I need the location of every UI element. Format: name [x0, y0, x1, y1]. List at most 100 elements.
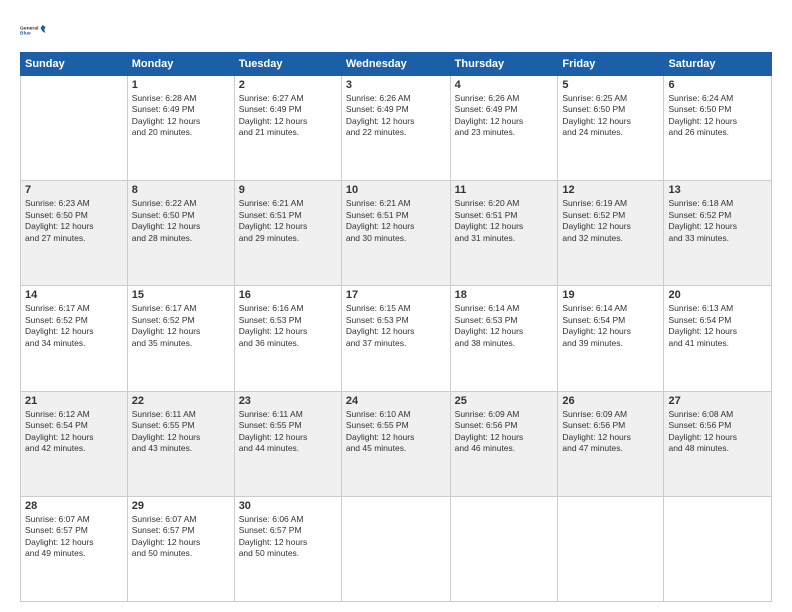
calendar-cell: 10 Sunrise: 6:21 AMSunset: 6:51 PMDayligh… [341, 181, 450, 286]
day-number: 18 [455, 289, 554, 301]
day-info: Sunrise: 6:07 AMSunset: 6:57 PMDaylight:… [132, 514, 230, 560]
calendar-cell [558, 496, 664, 601]
day-number: 1 [132, 79, 230, 91]
day-info: Sunrise: 6:10 AMSunset: 6:55 PMDaylight:… [346, 409, 446, 455]
calendar-cell: 18 Sunrise: 6:14 AMSunset: 6:53 PMDayligh… [450, 286, 558, 391]
day-number: 21 [25, 395, 123, 407]
day-number: 14 [25, 289, 123, 301]
calendar-cell: 5 Sunrise: 6:25 AMSunset: 6:50 PMDaylight… [558, 76, 664, 181]
day-info: Sunrise: 6:26 AMSunset: 6:49 PMDaylight:… [455, 93, 554, 139]
day-info: Sunrise: 6:18 AMSunset: 6:52 PMDaylight:… [668, 198, 767, 244]
day-number: 12 [562, 184, 659, 196]
day-number: 2 [239, 79, 337, 91]
day-number: 24 [346, 395, 446, 407]
day-info: Sunrise: 6:12 AMSunset: 6:54 PMDaylight:… [25, 409, 123, 455]
day-number: 30 [239, 500, 337, 512]
calendar-page: GeneralBlue SundayMondayTuesdayWednesday… [0, 0, 792, 612]
svg-text:Blue: Blue [20, 31, 31, 37]
day-number: 7 [25, 184, 123, 196]
day-info: Sunrise: 6:17 AMSunset: 6:52 PMDaylight:… [25, 303, 123, 349]
day-info: Sunrise: 6:16 AMSunset: 6:53 PMDaylight:… [239, 303, 337, 349]
day-number: 15 [132, 289, 230, 301]
day-number: 22 [132, 395, 230, 407]
day-info: Sunrise: 6:21 AMSunset: 6:51 PMDaylight:… [239, 198, 337, 244]
logo-icon: GeneralBlue [20, 16, 48, 44]
day-number: 27 [668, 395, 767, 407]
day-info: Sunrise: 6:27 AMSunset: 6:49 PMDaylight:… [239, 93, 337, 139]
weekday-header-wednesday: Wednesday [341, 53, 450, 76]
day-number: 9 [239, 184, 337, 196]
weekday-header-monday: Monday [127, 53, 234, 76]
day-info: Sunrise: 6:11 AMSunset: 6:55 PMDaylight:… [132, 409, 230, 455]
day-number: 20 [668, 289, 767, 301]
calendar-cell: 30Sunrise: 6:06 AMSunset: 6:57 PMDayligh… [234, 496, 341, 601]
day-info: Sunrise: 6:22 AMSunset: 6:50 PMDaylight:… [132, 198, 230, 244]
calendar-cell: 11Sunrise: 6:20 AMSunset: 6:51 PMDayligh… [450, 181, 558, 286]
svg-text:General: General [20, 25, 39, 31]
weekday-header-tuesday: Tuesday [234, 53, 341, 76]
day-info: Sunrise: 6:15 AMSunset: 6:53 PMDaylight:… [346, 303, 446, 349]
calendar-cell: 7 Sunrise: 6:23 AMSunset: 6:50 PMDaylight… [21, 181, 128, 286]
calendar-cell: 1 Sunrise: 6:28 AMSunset: 6:49 PMDaylight… [127, 76, 234, 181]
day-number: 3 [346, 79, 446, 91]
weekday-header-friday: Friday [558, 53, 664, 76]
day-info: Sunrise: 6:07 AMSunset: 6:57 PMDaylight:… [25, 514, 123, 560]
calendar-cell: 25 Sunrise: 6:09 AMSunset: 6:56 PMDayligh… [450, 391, 558, 496]
weekday-header-saturday: Saturday [664, 53, 772, 76]
day-info: Sunrise: 6:09 AMSunset: 6:56 PMDaylight:… [455, 409, 554, 455]
calendar-cell: 8 Sunrise: 6:22 AMSunset: 6:50 PMDaylight… [127, 181, 234, 286]
day-info: Sunrise: 6:17 AMSunset: 6:52 PMDaylight:… [132, 303, 230, 349]
calendar-cell: 26 Sunrise: 6:09 AMSunset: 6:56 PMDayligh… [558, 391, 664, 496]
week-row-3: 14 Sunrise: 6:17 AMSunset: 6:52 PMDayligh… [21, 286, 772, 391]
logo: GeneralBlue [20, 16, 48, 44]
calendar-cell: 9 Sunrise: 6:21 AMSunset: 6:51 PMDaylight… [234, 181, 341, 286]
day-number: 23 [239, 395, 337, 407]
week-row-4: 21 Sunrise: 6:12 AMSunset: 6:54 PMDayligh… [21, 391, 772, 496]
day-info: Sunrise: 6:24 AMSunset: 6:50 PMDaylight:… [668, 93, 767, 139]
day-number: 25 [455, 395, 554, 407]
weekday-header-thursday: Thursday [450, 53, 558, 76]
day-number: 6 [668, 79, 767, 91]
day-number: 8 [132, 184, 230, 196]
day-number: 17 [346, 289, 446, 301]
day-info: Sunrise: 6:11 AMSunset: 6:55 PMDaylight:… [239, 409, 337, 455]
day-number: 4 [455, 79, 554, 91]
day-number: 5 [562, 79, 659, 91]
calendar-cell: 28 Sunrise: 6:07 AMSunset: 6:57 PMDayligh… [21, 496, 128, 601]
calendar-cell [21, 76, 128, 181]
weekday-header-sunday: Sunday [21, 53, 128, 76]
calendar-cell: 27 Sunrise: 6:08 AMSunset: 6:56 PMDayligh… [664, 391, 772, 496]
day-info: Sunrise: 6:19 AMSunset: 6:52 PMDaylight:… [562, 198, 659, 244]
calendar-cell [341, 496, 450, 601]
calendar-cell: 20Sunrise: 6:13 AMSunset: 6:54 PMDayligh… [664, 286, 772, 391]
calendar-table: SundayMondayTuesdayWednesdayThursdayFrid… [20, 52, 772, 602]
day-number: 10 [346, 184, 446, 196]
day-info: Sunrise: 6:23 AMSunset: 6:50 PMDaylight:… [25, 198, 123, 244]
calendar-cell: 29Sunrise: 6:07 AMSunset: 6:57 PMDayligh… [127, 496, 234, 601]
weekday-header-row: SundayMondayTuesdayWednesdayThursdayFrid… [21, 53, 772, 76]
day-number: 28 [25, 500, 123, 512]
day-number: 19 [562, 289, 659, 301]
day-info: Sunrise: 6:08 AMSunset: 6:56 PMDaylight:… [668, 409, 767, 455]
calendar-cell: 6 Sunrise: 6:24 AMSunset: 6:50 PMDaylight… [664, 76, 772, 181]
calendar-cell [450, 496, 558, 601]
day-info: Sunrise: 6:14 AMSunset: 6:53 PMDaylight:… [455, 303, 554, 349]
calendar-cell: 15 Sunrise: 6:17 AMSunset: 6:52 PMDayligh… [127, 286, 234, 391]
header: GeneralBlue [20, 16, 772, 44]
calendar-cell: 16Sunrise: 6:16 AMSunset: 6:53 PMDayligh… [234, 286, 341, 391]
calendar-cell: 2 Sunrise: 6:27 AMSunset: 6:49 PMDaylight… [234, 76, 341, 181]
day-info: Sunrise: 6:21 AMSunset: 6:51 PMDaylight:… [346, 198, 446, 244]
calendar-cell: 23 Sunrise: 6:11 AMSunset: 6:55 PMDayligh… [234, 391, 341, 496]
calendar-cell: 3 Sunrise: 6:26 AMSunset: 6:49 PMDaylight… [341, 76, 450, 181]
day-info: Sunrise: 6:26 AMSunset: 6:49 PMDaylight:… [346, 93, 446, 139]
calendar-cell: 4 Sunrise: 6:26 AMSunset: 6:49 PMDaylight… [450, 76, 558, 181]
week-row-5: 28 Sunrise: 6:07 AMSunset: 6:57 PMDayligh… [21, 496, 772, 601]
week-row-1: 1 Sunrise: 6:28 AMSunset: 6:49 PMDaylight… [21, 76, 772, 181]
calendar-cell: 21 Sunrise: 6:12 AMSunset: 6:54 PMDayligh… [21, 391, 128, 496]
day-number: 26 [562, 395, 659, 407]
day-info: Sunrise: 6:28 AMSunset: 6:49 PMDaylight:… [132, 93, 230, 139]
day-info: Sunrise: 6:09 AMSunset: 6:56 PMDaylight:… [562, 409, 659, 455]
day-info: Sunrise: 6:20 AMSunset: 6:51 PMDaylight:… [455, 198, 554, 244]
day-info: Sunrise: 6:25 AMSunset: 6:50 PMDaylight:… [562, 93, 659, 139]
day-number: 13 [668, 184, 767, 196]
